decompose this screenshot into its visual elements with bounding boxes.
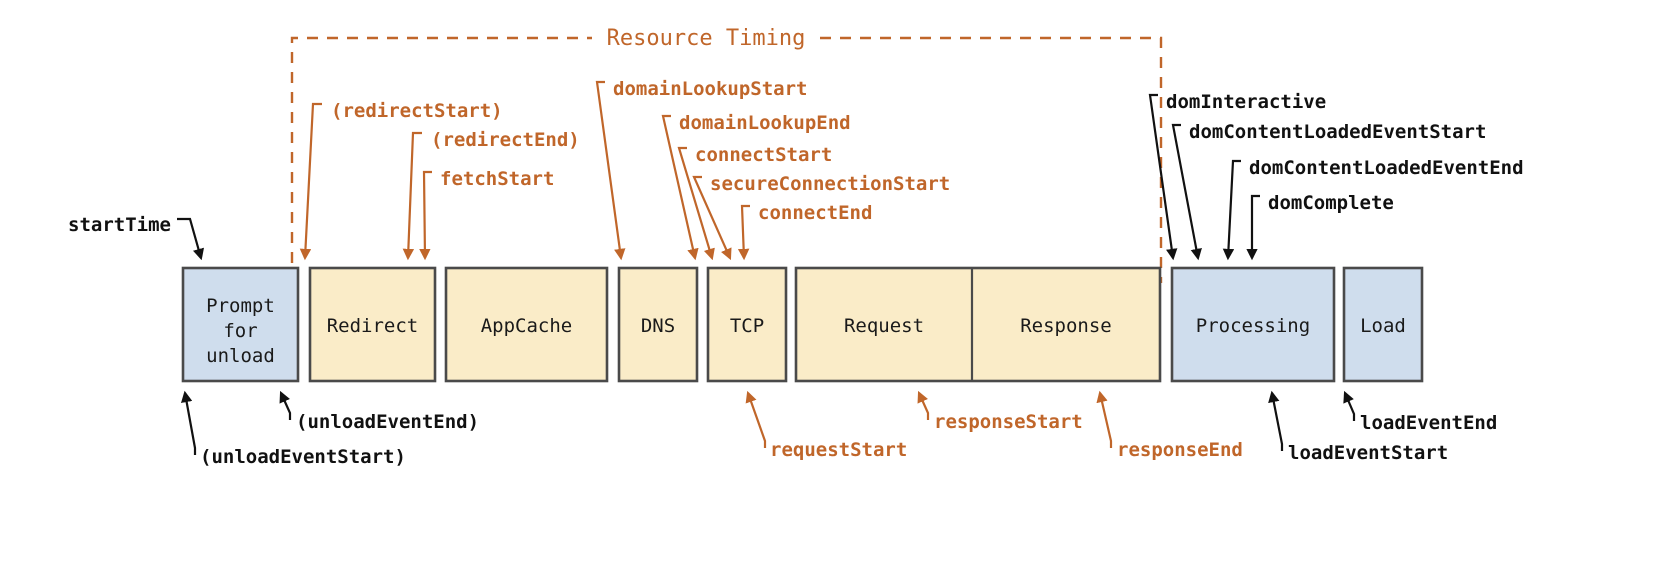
phase-box-processing[interactable]: Processing xyxy=(1170,266,1336,383)
phase-label-prompt-for-unload-line3: unload xyxy=(206,345,275,367)
resource-timing-title: Resource Timing xyxy=(607,26,806,51)
phase-boxes: Prompt for unload Redirect AppCache DNS … xyxy=(181,266,1424,383)
phase-box-appcache[interactable]: AppCache xyxy=(444,266,609,383)
annotation-redirect-end-label: (redirectEnd) xyxy=(431,129,580,151)
annotation-load-event-end-label: loadEventEnd xyxy=(1360,412,1497,434)
annotation-response-end-label: responseEnd xyxy=(1117,439,1243,461)
annotation-secure-connection-start-label: secureConnectionStart xyxy=(710,173,950,195)
phase-box-tcp[interactable]: TCP xyxy=(706,266,788,383)
phase-label-appcache: AppCache xyxy=(481,315,573,337)
annotation-redirect-start-label: (redirectStart) xyxy=(331,100,503,122)
annotation-dom-content-loaded-event-start-label: domContentLoadedEventStart xyxy=(1189,121,1486,143)
annotation-start-time-label: startTime xyxy=(68,214,171,236)
annotation-domain-lookup-start-label: domainLookupStart xyxy=(613,78,807,100)
annotation-connect-end-label: connectEnd xyxy=(758,202,872,224)
phase-label-request: Request xyxy=(844,315,924,337)
phase-box-redirect[interactable]: Redirect xyxy=(308,266,437,383)
annotation-response-start-label: responseStart xyxy=(934,411,1083,433)
phase-label-dns: DNS xyxy=(641,315,675,337)
annotation-request-start-label: requestStart xyxy=(770,439,907,461)
phase-label-processing: Processing xyxy=(1196,315,1310,337)
phase-box-dns[interactable]: DNS xyxy=(617,266,699,383)
phase-label-redirect: Redirect xyxy=(327,315,419,337)
annotation-unload-event-start-label: (unloadEventStart) xyxy=(200,446,406,468)
phase-label-prompt-for-unload-line2: for xyxy=(223,320,257,342)
phase-label-response: Response xyxy=(1020,315,1112,337)
annotation-connect-start-label: connectStart xyxy=(695,144,832,166)
annotation-dom-interactive-label: domInteractive xyxy=(1166,91,1326,113)
phase-label-tcp: TCP xyxy=(730,315,764,337)
phase-box-request-response[interactable]: Request Response xyxy=(794,266,1162,383)
phase-box-load[interactable]: Load xyxy=(1342,266,1424,383)
annotation-dom-complete-label: domComplete xyxy=(1268,192,1394,214)
annotation-load-event-start-label: loadEventStart xyxy=(1288,442,1448,464)
annotation-unload-event-end-label: (unloadEventEnd) xyxy=(296,411,479,433)
annotation-dom-content-loaded-event-end-label: domContentLoadedEventEnd xyxy=(1249,157,1524,179)
phase-label-load: Load xyxy=(1360,315,1406,337)
phase-label-prompt-for-unload-line1: Prompt xyxy=(206,295,275,317)
annotation-fetch-start-label: fetchStart xyxy=(440,168,554,190)
phase-box-prompt-for-unload[interactable]: Prompt for unload xyxy=(181,266,300,383)
navigation-timing-diagram: Resource Timing Prompt for unload Redire… xyxy=(0,0,1662,578)
annotation-domain-lookup-end-label: domainLookupEnd xyxy=(679,112,851,134)
